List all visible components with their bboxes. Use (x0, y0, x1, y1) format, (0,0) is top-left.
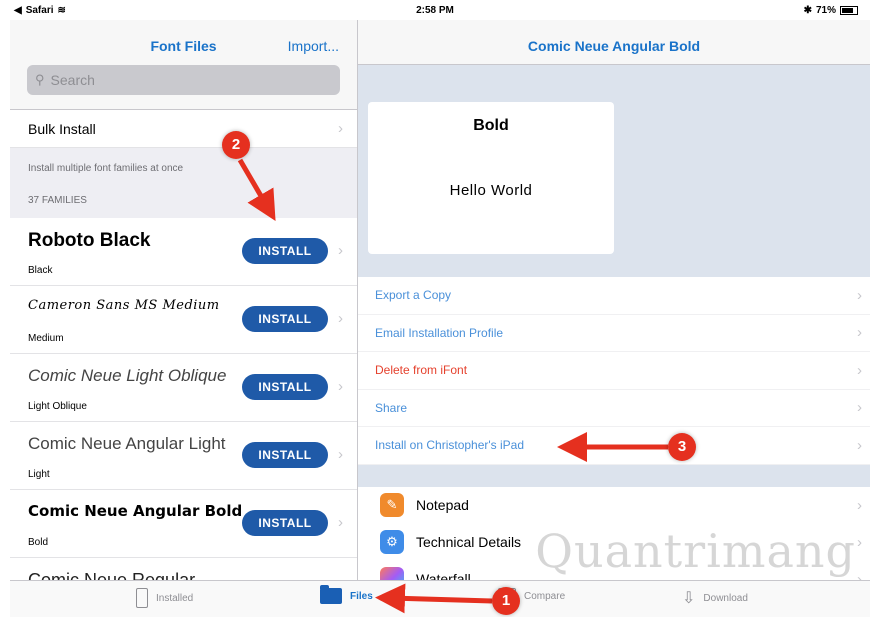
preview-text: Hello World (449, 182, 533, 199)
families-count: 37 FAMILIES (28, 195, 87, 206)
download-icon: ⇩ (682, 590, 696, 607)
chevron-right-icon: › (338, 446, 343, 463)
action-label: Share (375, 400, 408, 415)
install-on-device-action[interactable]: Install on Christopher's iPad › (358, 427, 870, 465)
tab-files[interactable]: Files (320, 585, 373, 604)
font-name: Cameron Sans MS Medium (28, 298, 220, 313)
tab-label: Installed (156, 592, 194, 604)
annotation-badge-2: 2 (222, 131, 250, 159)
watermark: Quantrimang (535, 524, 856, 578)
delete-action[interactable]: Delete from iFont › (358, 352, 870, 390)
chevron-right-icon: › (857, 324, 862, 342)
search-input[interactable]: ⚲ Search (27, 65, 340, 95)
font-row[interactable]: Comic Neue Angular Bold Bold INSTALL › (10, 490, 357, 558)
preview-area: Bold Hello World (358, 65, 870, 277)
annotation-badge-1: 1 (492, 587, 520, 615)
font-row[interactable]: Cameron Sans MS Medium Medium INSTALL › (10, 286, 357, 354)
chevron-right-icon: › (857, 399, 862, 417)
install-button[interactable]: INSTALL (242, 374, 328, 400)
font-preview-card: Bold Hello World (368, 102, 614, 254)
chevron-right-icon: › (338, 242, 343, 259)
chevron-right-icon: › (857, 496, 862, 514)
action-label: Export a Copy (375, 288, 452, 303)
font-name: Comic Neue Light Oblique (28, 366, 227, 385)
detail-title: Comic Neue Angular Bold (358, 20, 870, 65)
annotation-badge-3: 3 (668, 433, 696, 461)
font-detail-pane: Comic Neue Angular Bold Bold Hello World… (358, 20, 870, 580)
action-label: Email Installation Profile (375, 325, 504, 340)
status-bar: ◀ Safari ≋ 2:58 PM ✱ 71% (0, 0, 870, 20)
action-label: Install on Christopher's iPad (375, 438, 525, 453)
install-button[interactable]: INSTALL (242, 306, 328, 332)
families-section-header: Install multiple font families at once 3… (10, 148, 357, 218)
font-row[interactable]: Roboto Black Black INSTALL › (10, 218, 357, 286)
chevron-right-icon: › (857, 286, 862, 304)
font-style: Medium (28, 333, 64, 344)
tab-label: Download (703, 592, 748, 604)
bulk-install-row[interactable]: Bulk Install › (10, 110, 357, 148)
chevron-right-icon: › (857, 570, 862, 581)
status-right: ✱ 71% (804, 5, 858, 16)
bulk-install-description: Install multiple font families at once (28, 163, 184, 174)
search-icon: ⚲ (35, 72, 45, 87)
font-row[interactable]: Comic Neue Angular Light Light INSTALL › (10, 422, 357, 490)
font-style: Light Oblique (28, 401, 87, 412)
app-label: Notepad (416, 497, 469, 513)
font-name: Comic Neue Regular (28, 570, 196, 580)
font-name: Roboto Black (28, 230, 151, 251)
section-gap (358, 464, 870, 487)
app-label: Waterfall (416, 571, 471, 580)
font-row[interactable]: Comic Neue Regular INSTALL › (10, 558, 357, 580)
font-name: Comic Neue Angular Bold (28, 502, 243, 520)
status-time: 2:58 PM (416, 5, 454, 16)
action-label: Delete from iFont (375, 363, 468, 378)
phone-icon (136, 588, 148, 608)
left-header: Font Files Import... ⚲ Search (10, 20, 357, 110)
chevron-right-icon: › (857, 436, 862, 454)
export-copy-action[interactable]: Export a Copy › (358, 277, 870, 315)
chevron-right-icon: › (857, 361, 862, 379)
font-style: Bold (28, 537, 49, 548)
bulk-install-label: Bulk Install (28, 120, 96, 137)
font-style: Light (28, 469, 50, 480)
tab-installed[interactable]: Installed (136, 588, 193, 608)
font-row[interactable]: Comic Neue Light Oblique Light Oblique I… (10, 354, 357, 422)
install-button[interactable]: INSTALL (242, 238, 328, 264)
chevron-right-icon: › (338, 120, 343, 137)
tab-bar: Installed Files Compare ⇩ Download (10, 580, 870, 617)
search-placeholder: Search (50, 72, 95, 88)
tab-label: Files (350, 590, 373, 602)
font-style: Black (28, 265, 53, 276)
actions-list: Export a Copy › Email Installation Profi… (358, 277, 870, 465)
chevron-right-icon: › (338, 378, 343, 395)
preview-weight: Bold (473, 117, 509, 134)
battery-percent: 71% (815, 5, 836, 16)
share-action[interactable]: Share › (358, 390, 870, 427)
tab-label: Compare (524, 590, 566, 602)
technical-details-icon: ⚙ (380, 530, 404, 554)
chevron-right-icon: › (338, 310, 343, 327)
font-files-pane: Font Files Import... ⚲ Search Bulk Insta… (10, 20, 358, 580)
font-name: Comic Neue Angular Light (28, 434, 226, 453)
waterfall-icon (380, 567, 404, 580)
email-profile-action[interactable]: Email Installation Profile › (358, 315, 870, 352)
app-row-notepad[interactable]: ✎ Notepad › (358, 487, 870, 524)
tab-download[interactable]: ⇩ Download (682, 588, 748, 608)
chevron-right-icon: › (338, 514, 343, 531)
bluetooth-icon: ✱ (803, 5, 812, 16)
import-button[interactable]: Import... (288, 38, 339, 54)
install-button[interactable]: INSTALL (242, 510, 328, 536)
app-label: Technical Details (416, 534, 522, 550)
chevron-right-icon: › (857, 533, 862, 551)
notepad-icon: ✎ (380, 493, 404, 517)
install-button[interactable]: INSTALL (242, 442, 328, 468)
folder-icon (320, 585, 342, 604)
battery-icon (840, 6, 858, 15)
